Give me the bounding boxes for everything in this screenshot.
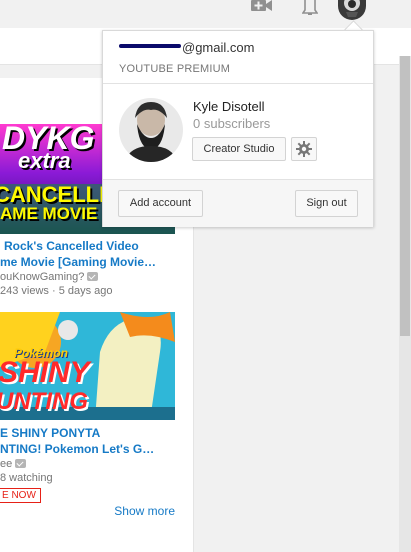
membership-label: YOUTUBE PREMIUM bbox=[119, 63, 231, 75]
thumbnail-text-line2: UNTING bbox=[0, 388, 88, 415]
divider bbox=[103, 83, 373, 84]
redaction-mark bbox=[119, 44, 181, 48]
verified-icon bbox=[87, 272, 99, 281]
verified-icon bbox=[15, 459, 27, 468]
bell-icon[interactable] bbox=[301, 0, 319, 16]
creator-studio-button[interactable]: Creator Studio bbox=[192, 137, 286, 161]
channel-name[interactable]: ouKnowGaming? bbox=[0, 270, 190, 285]
live-now-badge: E NOW bbox=[0, 488, 41, 503]
account-menu-footer: Add account Sign out bbox=[103, 179, 373, 227]
settings-button[interactable] bbox=[291, 137, 317, 161]
show-more-link[interactable]: Show more bbox=[114, 504, 175, 518]
profile-name: Kyle Disotell bbox=[193, 99, 265, 114]
account-avatar-icon[interactable] bbox=[338, 0, 366, 20]
thumbnail-text-line1: SHINY bbox=[0, 356, 90, 389]
account-menu: @gmail.com YOUTUBE PREMIUM Kyle Disotell… bbox=[102, 30, 374, 227]
add-account-button[interactable]: Add account bbox=[118, 190, 203, 217]
thumbnail-text-mid: extra bbox=[18, 148, 71, 173]
video-title-continued[interactable]: NTING! Pokemon Let's G… bbox=[0, 441, 190, 457]
video-title[interactable]: E SHINY PONYTA bbox=[0, 425, 190, 441]
account-email: @gmail.com bbox=[119, 40, 254, 55]
sign-out-button[interactable]: Sign out bbox=[295, 190, 358, 217]
viewer-count: 8 watching bbox=[0, 472, 53, 484]
thumbnail-text-line2: AME MOVIE bbox=[0, 204, 98, 223]
video-stats: 243 views · 5 days ago bbox=[0, 285, 113, 297]
subscriber-count: 0 subscribers bbox=[193, 116, 271, 131]
video-thumbnail[interactable]: Pokémon SHINY UNTING bbox=[0, 312, 175, 420]
gear-icon bbox=[296, 141, 312, 165]
video-title[interactable]: Rock's Cancelled Video bbox=[0, 238, 190, 254]
profile-avatar[interactable] bbox=[119, 98, 183, 162]
video-title-continued[interactable]: me Movie [Gaming Movie… bbox=[0, 254, 190, 270]
channel-name[interactable]: ee bbox=[0, 457, 190, 472]
scrollbar-thumb[interactable] bbox=[400, 56, 410, 336]
video-camera-plus-icon[interactable] bbox=[251, 0, 273, 14]
